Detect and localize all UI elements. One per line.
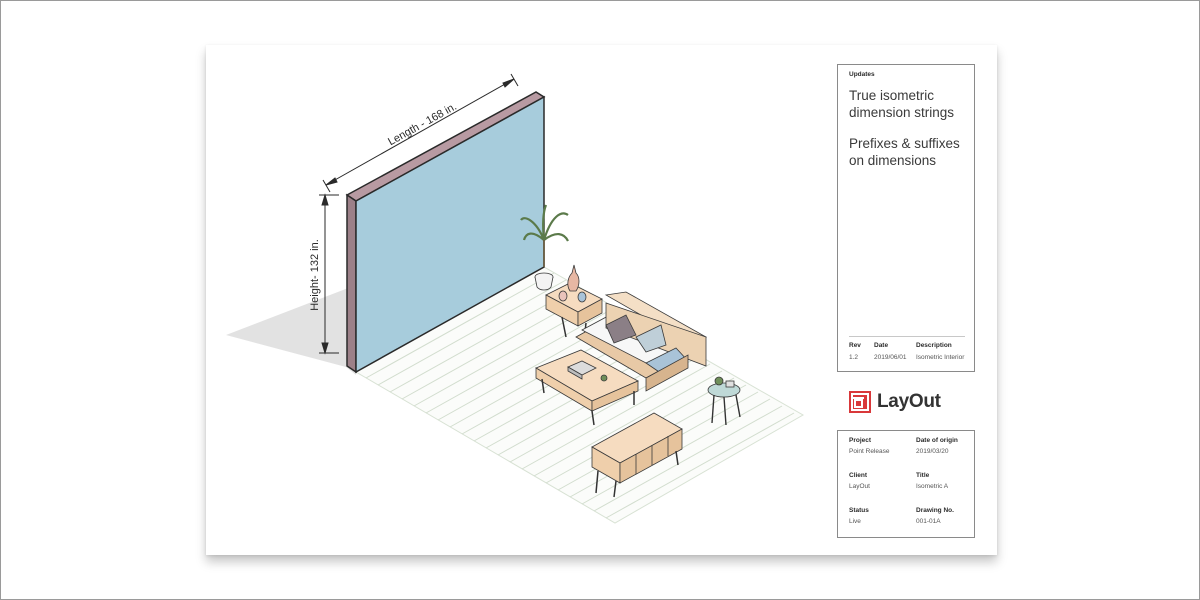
revision-value-description: Isometric Interior [916,354,965,361]
drawing-number-value: 001-01A [916,518,941,525]
height-dimension-label: Height- 132 in. [309,239,321,311]
revision-rule [849,336,965,337]
client-value: LayOut [849,483,870,490]
revision-header-date: Date [874,342,889,349]
wall-end [346,193,357,374]
screenshot-frame: Length - 168 in. Height- 132 in. Updates… [0,0,1200,600]
title-block: Project Point Release Date of origin 201… [837,430,975,538]
origin-date-label: Date of origin [916,437,958,444]
revision-header-rev: Rev [849,342,861,349]
wall-shadow [226,285,356,375]
title-value: Isometric A [916,483,949,490]
revision-header-description: Description [916,342,952,349]
origin-date-value: 2019/03/20 [916,448,949,455]
title-label: Title [916,472,930,479]
project-label: Project [849,437,872,444]
project-value: Point Release [849,448,890,455]
layout-sheet: Length - 168 in. Height- 132 in. Updates… [206,45,997,555]
updates-panel: Updates True isometric dimension strings… [837,64,975,372]
update-item-2: Prefixes & suffixes on dimensions [849,136,960,168]
layout-logo-text: LayOut [877,391,941,412]
revision-value-date: 2019/06/01 [874,354,907,361]
status-label: Status [849,507,869,514]
updates-heading: Updates [849,71,875,78]
client-label: Client [849,472,868,479]
layout-logo-icon [849,391,871,413]
layout-logo: LayOut [849,391,941,413]
revision-value-rev: 1.2 [849,354,859,361]
update-item-1: True isometric dimension strings [849,88,955,120]
status-value: Live [849,518,861,525]
drawing-number-label: Drawing No. [916,507,954,514]
